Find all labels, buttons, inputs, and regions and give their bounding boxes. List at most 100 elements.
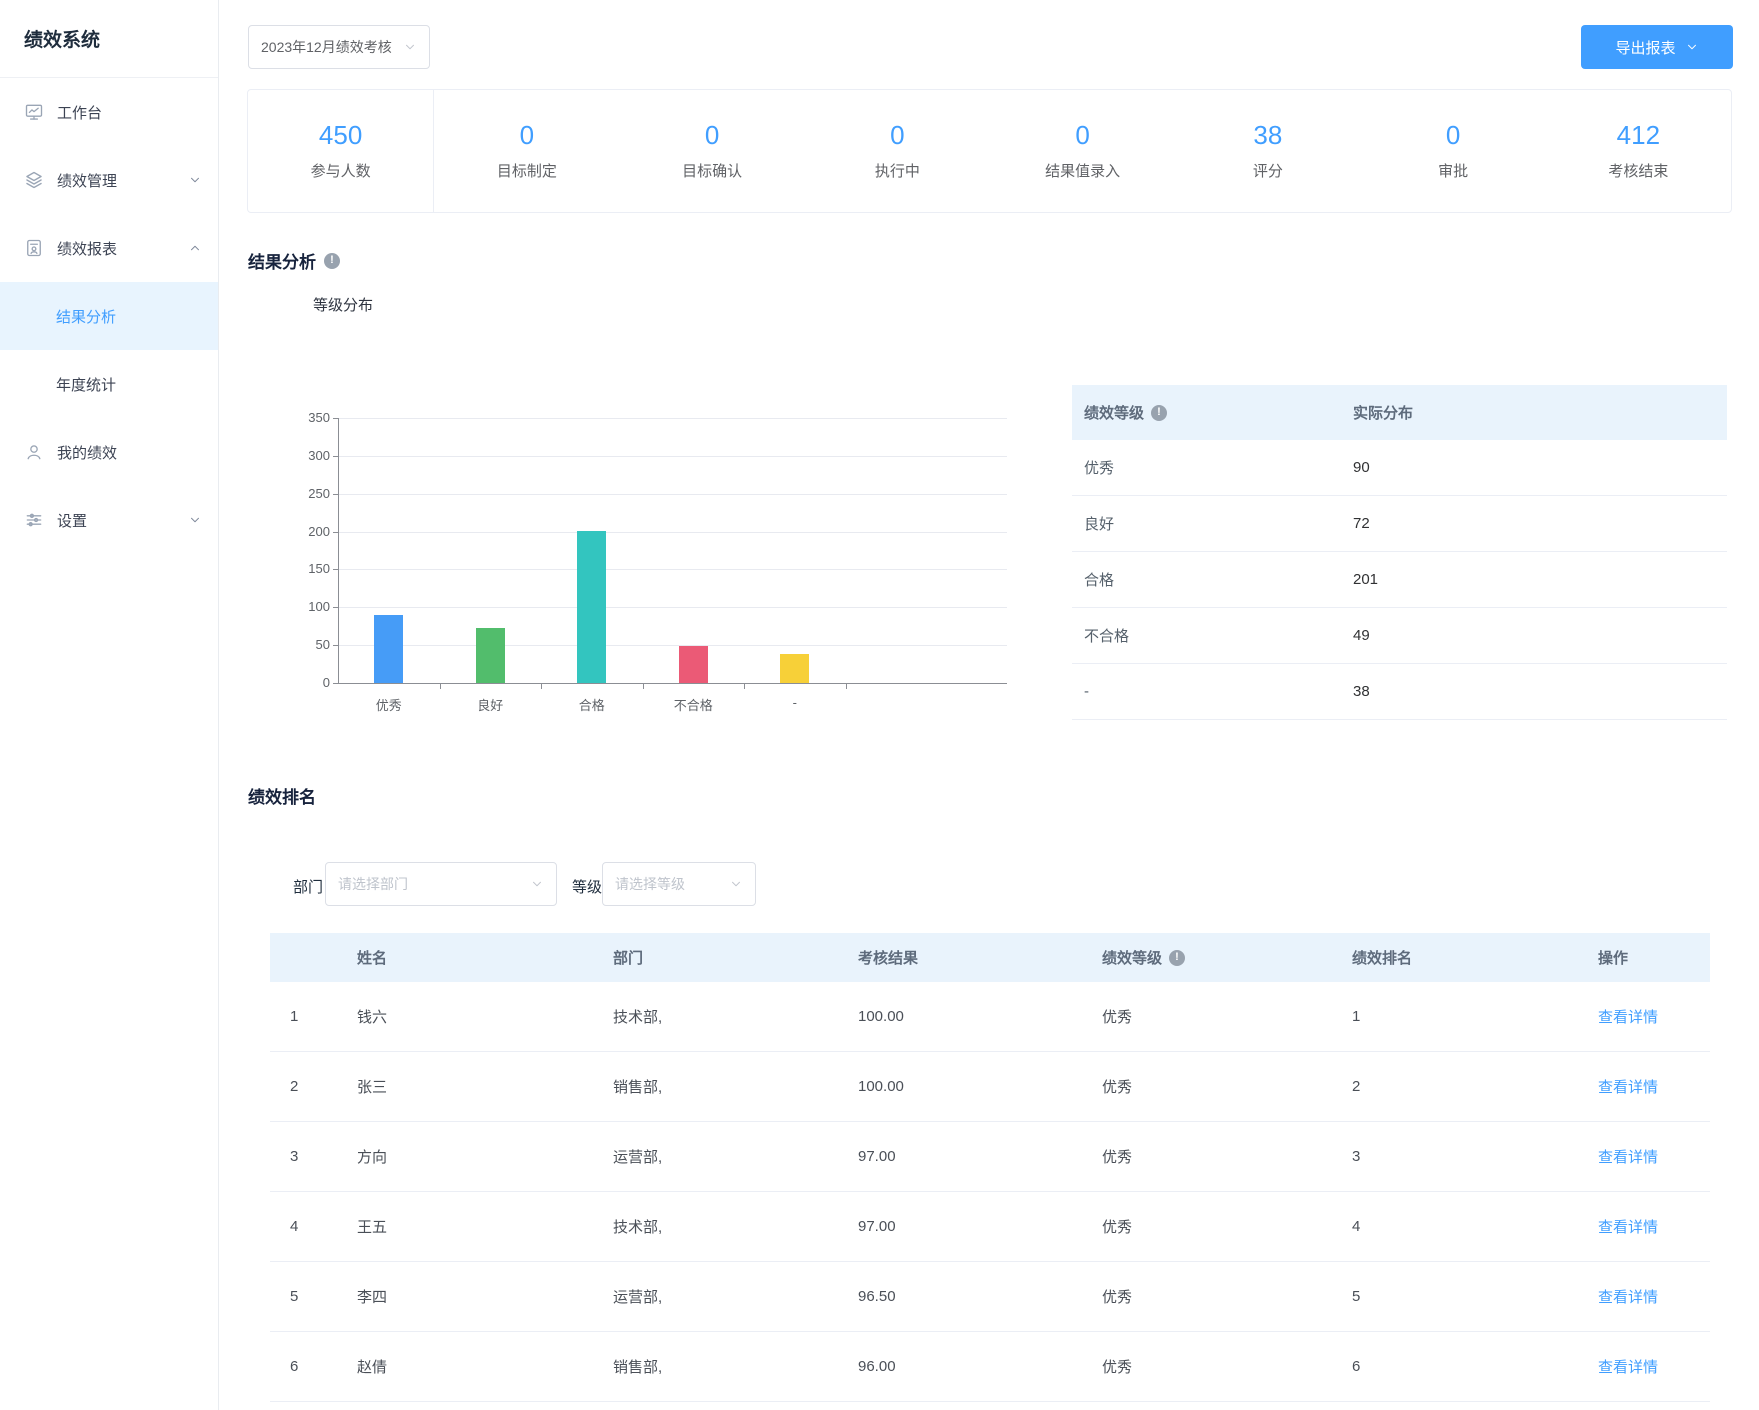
dept-filter-select[interactable]: 请选择部门	[325, 862, 557, 906]
stat-考核结束: 412考核结束	[1546, 90, 1731, 212]
index-cell: 5	[270, 1288, 337, 1305]
sidebar-item-4[interactable]: 年度统计	[0, 350, 218, 418]
y-axis-tick-label: 200	[290, 524, 330, 539]
index-cell: 6	[270, 1358, 337, 1375]
stats-card: 450参与人数0目标制定0目标确认0执行中0结果值录入38评分0审批412考核结…	[247, 89, 1732, 213]
view-detail-link[interactable]: 查看详情	[1598, 1216, 1658, 1237]
sidebar-item-1[interactable]: 绩效管理	[0, 146, 218, 214]
header-cell: 绩效排名	[1332, 947, 1578, 968]
name-cell: 张三	[337, 1076, 593, 1097]
name-cell: 方向	[337, 1146, 593, 1167]
view-detail-link[interactable]: 查看详情	[1598, 1146, 1658, 1167]
sidebar-item-6[interactable]: 设置	[0, 486, 218, 554]
name-cell: 钱六	[337, 1006, 593, 1027]
dept-cell: 销售部,	[593, 1356, 838, 1377]
stat-label: 审批	[1438, 160, 1468, 181]
rank-cell: 6	[1332, 1358, 1578, 1375]
grade-filter-label: 等级	[572, 876, 602, 897]
score-cell: 100.00	[838, 1078, 1082, 1095]
y-axis-tick-label: 0	[290, 675, 330, 690]
sidebar-item-0[interactable]: 工作台	[0, 78, 218, 146]
view-detail-link[interactable]: 查看详情	[1598, 1286, 1658, 1307]
count-cell: 201	[1353, 571, 1727, 588]
chevron-down-icon	[1685, 40, 1699, 54]
sliders-icon	[24, 510, 44, 530]
sidebar-item-label: 绩效管理	[57, 170, 188, 191]
export-report-button[interactable]: 导出报表	[1581, 25, 1733, 69]
grade-cell: 优秀	[1082, 1286, 1332, 1307]
col-grade-header: 绩效等级	[1084, 402, 1144, 423]
grade-cell: 优秀	[1072, 457, 1353, 478]
result-analysis-title-text: 结果分析	[248, 248, 316, 273]
score-cell: 97.00	[838, 1218, 1082, 1235]
header-cell: 绩效等级!	[1082, 947, 1332, 968]
index-cell: 3	[270, 1148, 337, 1165]
result-analysis-title: 结果分析 !	[248, 248, 340, 273]
chevron-down-icon	[188, 513, 202, 527]
rank-cell: 2	[1332, 1078, 1578, 1095]
monitor-icon	[24, 102, 44, 122]
stat-value: 0	[705, 122, 719, 148]
stat-目标制定: 0 目标制定	[434, 90, 619, 212]
report-icon	[24, 238, 44, 258]
x-axis-category-label: 不合格	[643, 695, 743, 714]
chevron-down-icon	[530, 877, 544, 891]
stat-label: 目标制定	[497, 160, 557, 181]
stat-label: 结果值录入	[1045, 160, 1120, 181]
stat-value: 450	[319, 122, 362, 148]
dept-cell: 运营部,	[593, 1286, 838, 1307]
y-axis-tick-label: 150	[290, 561, 330, 576]
bar--	[780, 654, 809, 683]
rank-cell: 5	[1332, 1288, 1578, 1305]
grade-filter-select[interactable]: 请选择等级	[602, 862, 756, 906]
stat-执行中: 0执行中	[805, 90, 990, 212]
sidebar-item-label: 设置	[57, 510, 188, 531]
app-title: 绩效系统	[0, 0, 218, 78]
stat-value: 0	[520, 122, 534, 148]
sidebar-item-label: 工作台	[57, 102, 202, 123]
ranking-row: 5李四运营部,96.50优秀5查看详情	[270, 1262, 1710, 1332]
sidebar-item-5[interactable]: 我的绩效	[0, 418, 218, 486]
y-axis-tick-label: 50	[290, 637, 330, 652]
x-axis-category-label: 优秀	[339, 695, 439, 714]
layers-icon	[24, 170, 44, 190]
ranking-row: 6赵倩销售部,96.00优秀6查看详情	[270, 1332, 1710, 1402]
stat-label: 执行中	[875, 160, 920, 181]
period-select[interactable]: 2023年12月绩效考核	[248, 25, 430, 69]
bar-不合格	[679, 646, 708, 683]
name-cell: 李四	[337, 1286, 593, 1307]
dept-filter-placeholder: 请选择部门	[338, 874, 408, 894]
index-cell: 4	[270, 1218, 337, 1235]
score-cell: 100.00	[838, 1008, 1082, 1025]
stat-审批: 0 审批	[1361, 90, 1546, 212]
export-report-label: 导出报表	[1615, 37, 1675, 58]
sidebar-nav: 工作台绩效管理绩效报表结果分析年度统计我的绩效设置	[0, 78, 218, 554]
stat-label: 评分	[1253, 160, 1283, 181]
y-axis-tick-label: 350	[290, 410, 330, 425]
sidebar-item-2[interactable]: 绩效报表	[0, 214, 218, 282]
distribution-row: 优秀90	[1072, 440, 1727, 496]
info-icon: !	[1169, 950, 1185, 966]
view-detail-link[interactable]: 查看详情	[1598, 1006, 1658, 1027]
header-cell: 部门	[593, 947, 838, 968]
view-detail-link[interactable]: 查看详情	[1598, 1076, 1658, 1097]
view-detail-link[interactable]: 查看详情	[1598, 1356, 1658, 1377]
ranking-title: 绩效排名	[248, 783, 316, 808]
count-cell: 90	[1353, 459, 1727, 476]
ranking-table: 姓名部门考核结果绩效等级!绩效排名操作1钱六技术部,100.00优秀1查看详情2…	[270, 933, 1710, 1402]
stat-评分: 38评分	[1175, 90, 1360, 212]
chevron-down-icon	[403, 40, 417, 54]
stat-label: 参与人数	[311, 160, 371, 181]
header-cell: 考核结果	[838, 947, 1082, 968]
dept-cell: 技术部,	[593, 1216, 838, 1237]
sidebar-item-3[interactable]: 结果分析	[0, 282, 218, 350]
period-select-value: 2023年12月绩效考核	[261, 37, 392, 57]
sidebar: 绩效系统 工作台绩效管理绩效报表结果分析年度统计我的绩效设置	[0, 0, 219, 1410]
header-cell: 操作	[1578, 947, 1710, 968]
x-axis-category-label: -	[745, 695, 845, 710]
bar-合格	[577, 531, 606, 683]
stat-value: 0	[1446, 122, 1460, 148]
sidebar-item-label: 我的绩效	[57, 442, 202, 463]
grade-cell: 优秀	[1082, 1356, 1332, 1377]
grade-distribution-subtitle: 等级分布	[313, 294, 373, 315]
